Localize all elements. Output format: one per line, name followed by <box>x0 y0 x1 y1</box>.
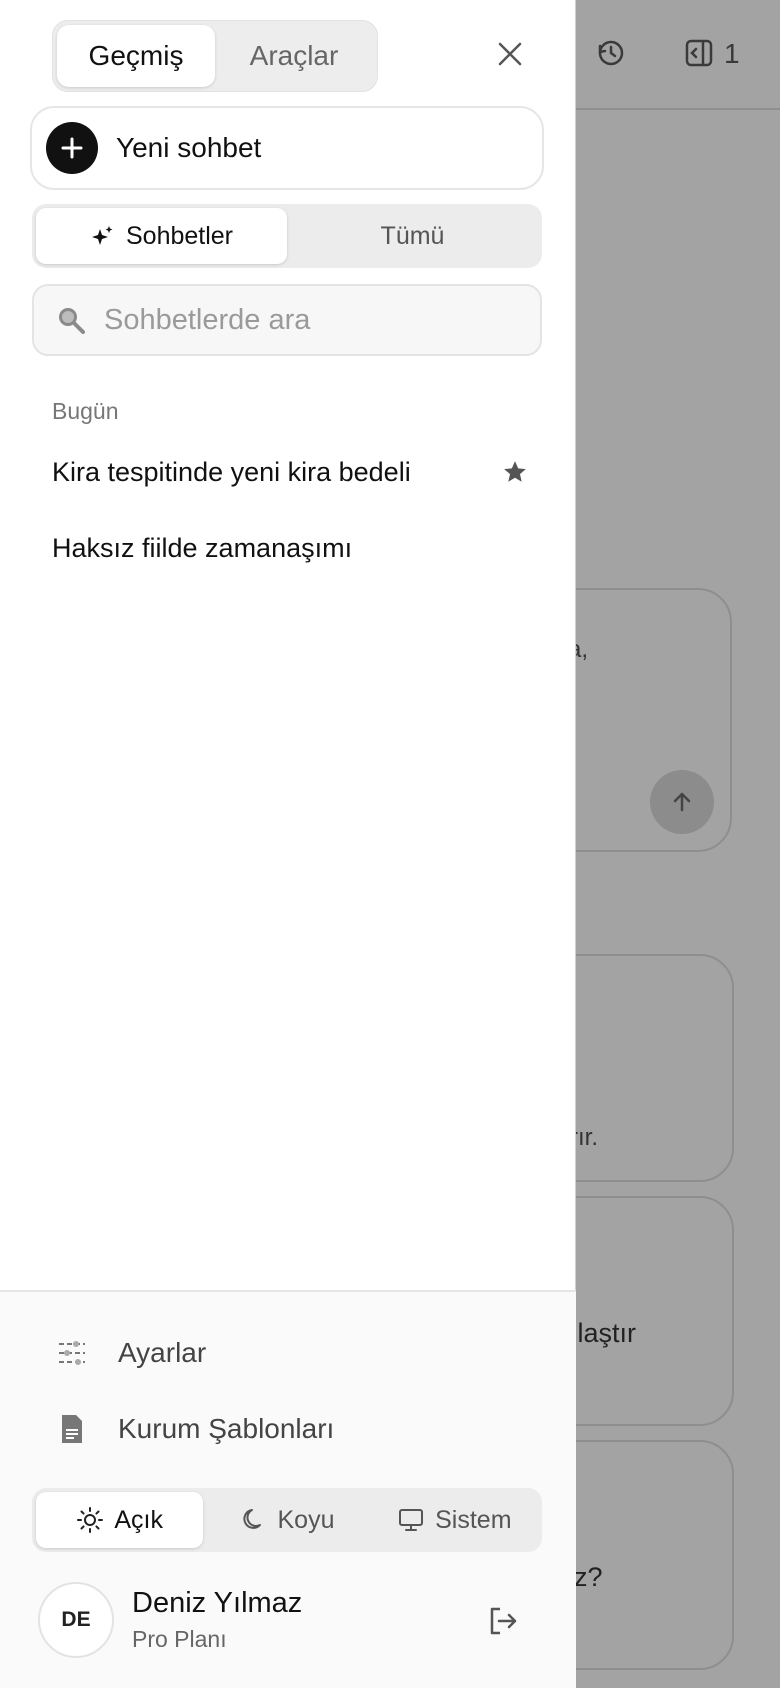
chat-list-item[interactable]: Haksız fiilde zamanaşımı <box>52 520 532 576</box>
monitor-icon <box>399 1509 424 1531</box>
background-count: 1 <box>724 38 740 69</box>
tab-tools[interactable]: Araçlar <box>215 25 373 87</box>
panel-toggle-icon <box>685 39 713 67</box>
section-label-today: Bugün <box>52 398 119 424</box>
sparkle-icon <box>91 226 113 245</box>
user-name: Deniz Yılmaz <box>132 1587 303 1619</box>
user-profile[interactable]: DE Deniz Yılmaz Pro Planı <box>38 1582 538 1658</box>
logout-icon[interactable] <box>486 1604 520 1638</box>
tab-history[interactable]: Geçmiş <box>57 25 215 87</box>
avatar: DE <box>38 1582 114 1658</box>
sliders-icon <box>59 1341 85 1365</box>
send-button <box>650 770 714 834</box>
tab-chats[interactable]: Sohbetler <box>36 208 287 264</box>
chat-title: Haksız fiilde zamanaşımı <box>52 532 353 563</box>
theme-switcher: Açık Koyu Sistem <box>32 1488 542 1552</box>
tab-chats-label: Sohbetler <box>125 221 234 250</box>
star-icon[interactable] <box>502 459 528 485</box>
chat-title: Kira tespitinde yeni kira bedeli <box>52 456 411 487</box>
chat-list-item[interactable]: Kira tespitinde yeni kira bedeli <box>52 444 532 500</box>
search-input[interactable] <box>104 303 504 337</box>
theme-light-button[interactable]: Açık <box>36 1492 204 1548</box>
search-icon <box>59 308 85 334</box>
drawer-top-tabs: Geçmiş Araçlar <box>52 20 378 92</box>
close-icon[interactable] <box>494 38 526 70</box>
plus-icon <box>46 122 98 174</box>
settings-menu-item[interactable]: Ayarlar <box>56 1328 206 1378</box>
user-plan: Pro Planı <box>132 1626 227 1652</box>
history-drawer: Geçmiş Araçlar Yeni sohbet Sohbetler Tüm… <box>0 0 576 1688</box>
background-text-3: ılaştır <box>570 1318 637 1348</box>
new-chat-button[interactable]: Yeni sohbet <box>30 106 544 190</box>
arrow-up-icon <box>673 792 691 812</box>
settings-label: Ayarlar <box>118 1337 207 1368</box>
theme-dark-button[interactable]: Koyu <box>203 1492 370 1548</box>
theme-system-label: Sistem <box>435 1505 512 1534</box>
theme-dark-label: Koyu <box>277 1505 335 1534</box>
chat-filter-tabs: Sohbetler Tümü <box>32 204 542 268</box>
theme-light-label: Açık <box>114 1505 163 1534</box>
sun-icon <box>77 1507 104 1533</box>
new-chat-label: Yeni sohbet <box>116 132 262 163</box>
theme-system-button[interactable]: Sistem <box>371 1492 538 1548</box>
tab-all[interactable]: Tümü <box>287 208 538 264</box>
document-icon <box>62 1415 82 1443</box>
templates-menu-item[interactable]: Kurum Şablonları <box>56 1404 334 1454</box>
moon-icon <box>242 1509 261 1529</box>
chat-search <box>32 284 542 356</box>
background-text-4: z? <box>574 1562 603 1592</box>
user-info: Deniz Yılmaz Pro Planı <box>132 1587 302 1653</box>
history-icon <box>598 40 624 66</box>
templates-label: Kurum Şablonları <box>118 1413 335 1444</box>
